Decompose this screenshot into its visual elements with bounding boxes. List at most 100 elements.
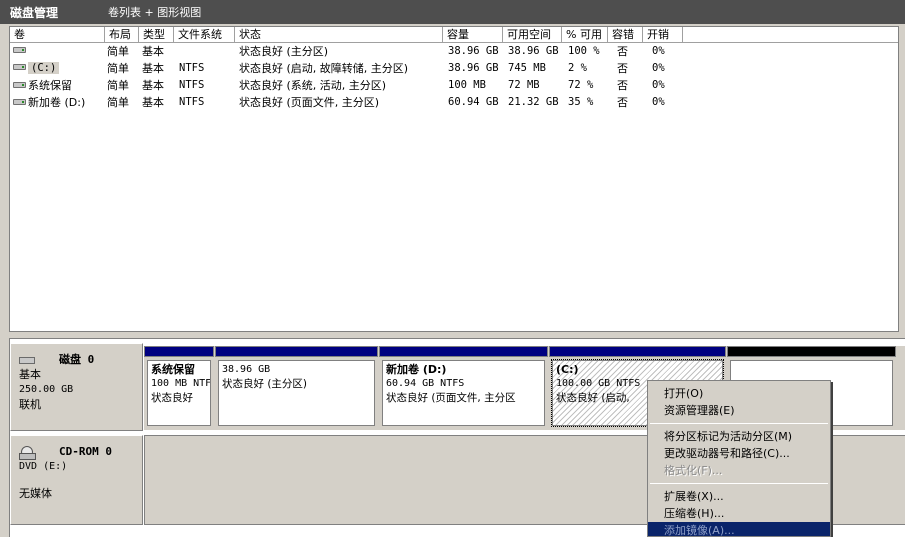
layout-cell: 简单 bbox=[107, 45, 129, 58]
percent-free-cell: 100 % bbox=[568, 45, 600, 57]
status-cell: 状态良好 (页面文件, 主分区) bbox=[239, 96, 380, 109]
capacity-cell: 38.96 GB bbox=[448, 62, 499, 74]
column-header-status[interactable]: 状态 bbox=[235, 27, 443, 43]
layout-cell: 简单 bbox=[107, 96, 129, 109]
cdrom-media: 无媒体 bbox=[19, 487, 52, 500]
fault-tolerance-cell: 否 bbox=[617, 62, 628, 75]
menu-item-extend-volume[interactable]: 扩展卷(X)... bbox=[648, 488, 830, 505]
disk-size: 250.00 GB bbox=[19, 384, 74, 395]
disk-0-info[interactable]: 磁盘 0 基本 250.00 GB 联机 bbox=[10, 343, 143, 431]
partition-size: 60.94 GB NTFS bbox=[386, 378, 465, 389]
type-cell: 基本 bbox=[142, 96, 164, 109]
partition-color-bar bbox=[549, 346, 726, 357]
filesystem-cell: NTFS bbox=[179, 96, 205, 108]
partition-color-bar bbox=[144, 346, 214, 357]
capacity-cell: 60.94 GB bbox=[448, 96, 499, 108]
volume-icon bbox=[13, 64, 26, 70]
partition-color-bar bbox=[727, 346, 896, 357]
volume-row[interactable]: 新加卷 (D:) 简单 基本 NTFS 状态良好 (页面文件, 主分区) 60.… bbox=[10, 94, 898, 111]
capacity-cell: 100 MB bbox=[448, 79, 486, 91]
overhead-cell: 0% bbox=[652, 45, 665, 57]
column-header-volume[interactable]: 卷 bbox=[10, 27, 105, 43]
view-mode-label: 卷列表 + 图形视图 bbox=[108, 6, 202, 19]
percent-free-cell: 72 % bbox=[568, 79, 594, 91]
partition-status: 状态良好 (主分区) bbox=[222, 378, 308, 390]
partition-new-volume-d[interactable]: 新加卷 (D:) 60.94 GB NTFS 状态良好 (页面文件, 主分区 bbox=[379, 346, 548, 430]
menu-item-format: 格式化(F)... bbox=[664, 464, 723, 477]
free-space-cell: 745 MB bbox=[508, 62, 546, 74]
overhead-cell: 0% bbox=[652, 79, 665, 91]
column-header-type[interactable]: 类型 bbox=[139, 27, 174, 43]
filesystem-cell: NTFS bbox=[179, 79, 205, 91]
column-header-capacity[interactable]: 容量 bbox=[443, 27, 503, 43]
volume-name: (C:) bbox=[28, 62, 60, 74]
partition-status: 状态良好 (页面文件, 主分区 bbox=[386, 392, 516, 404]
volume-name-cell bbox=[13, 43, 28, 60]
disk-type: 基本 bbox=[19, 368, 41, 381]
partition-body: 系统保留 100 MB NTFS 状态良好 bbox=[147, 360, 211, 426]
partition-name: 系统保留 bbox=[151, 363, 195, 376]
volume-icon bbox=[13, 47, 26, 53]
fault-tolerance-cell: 否 bbox=[617, 96, 628, 109]
volume-name: 系统保留 bbox=[28, 79, 72, 92]
free-space-cell: 72 MB bbox=[508, 79, 540, 91]
column-header-fault-tolerance[interactable]: 容错 bbox=[608, 27, 643, 43]
volume-row[interactable]: 简单 基本 状态良好 (主分区) 38.96 GB 38.96 GB 100 %… bbox=[10, 43, 898, 60]
volume-list-header: 卷 布局 类型 文件系统 状态 容量 可用空间 % 可用 容错 开销 bbox=[10, 27, 898, 43]
overhead-cell: 0% bbox=[652, 62, 665, 74]
percent-free-cell: 2 % bbox=[568, 62, 587, 74]
status-cell: 状态良好 (系统, 活动, 主分区) bbox=[239, 79, 387, 92]
hard-disk-icon bbox=[19, 356, 35, 364]
menu-item-explore[interactable]: 资源管理器(E) bbox=[648, 402, 830, 419]
column-header-percent-free[interactable]: % 可用 bbox=[562, 27, 608, 43]
cdrom-0-info[interactable]: CD-ROM 0 DVD (E:) 无媒体 bbox=[10, 435, 143, 525]
cd-drive-icon bbox=[19, 446, 36, 460]
status-cell: 状态良好 (主分区) bbox=[239, 45, 329, 58]
volume-name-cell: 系统保留 bbox=[13, 77, 72, 94]
volume-name-cell: (C:) bbox=[13, 60, 60, 77]
filesystem-cell: NTFS bbox=[179, 62, 205, 74]
volume-icon bbox=[13, 82, 26, 88]
context-menu: 打开(O) 资源管理器(E) 将分区标记为活动分区(M) 更改驱动器号和路径(C… bbox=[647, 380, 831, 537]
partition-body: 新加卷 (D:) 60.94 GB NTFS 状态良好 (页面文件, 主分区 bbox=[382, 360, 545, 426]
partition-status: 状态良好 bbox=[151, 392, 193, 404]
partition-system-reserved[interactable]: 系统保留 100 MB NTFS 状态良好 bbox=[144, 346, 214, 430]
column-header-filesystem[interactable]: 文件系统 bbox=[174, 27, 235, 43]
volume-list[interactable]: 卷 布局 类型 文件系统 状态 容量 可用空间 % 可用 容错 开销 简单 基本… bbox=[9, 26, 899, 332]
menu-item-add-mirror: 添加镜像(A)... bbox=[648, 522, 830, 536]
cdrom-name: CD-ROM 0 bbox=[59, 445, 112, 458]
partition-name: 新加卷 (D:) bbox=[386, 363, 447, 376]
partition-color-bar bbox=[215, 346, 378, 357]
column-header-layout[interactable]: 布局 bbox=[105, 27, 139, 43]
type-cell: 基本 bbox=[142, 62, 164, 75]
volume-name: 新加卷 (D:) bbox=[28, 96, 86, 109]
partition-body: 38.96 GB 状态良好 (主分区) bbox=[218, 360, 375, 426]
menu-item-open[interactable]: 打开(O) bbox=[648, 385, 830, 402]
menu-item-shrink-volume[interactable]: 压缩卷(H)... bbox=[648, 505, 830, 522]
partition-size: 100 MB NTFS bbox=[151, 378, 211, 389]
overhead-cell: 0% bbox=[652, 96, 665, 108]
free-space-cell: 38.96 GB bbox=[508, 45, 559, 57]
menu-item-change-drive-letter[interactable]: 更改驱动器号和路径(C)... bbox=[648, 445, 830, 462]
fault-tolerance-cell: 否 bbox=[617, 79, 628, 92]
layout-cell: 简单 bbox=[107, 79, 129, 92]
disk-state: 联机 bbox=[19, 398, 41, 411]
menu-separator bbox=[650, 423, 828, 424]
disk-name: 磁盘 0 bbox=[59, 353, 95, 366]
free-space-cell: 21.32 GB bbox=[508, 96, 559, 108]
menu-separator bbox=[650, 483, 828, 484]
capacity-cell: 38.96 GB bbox=[448, 45, 499, 57]
partition-size: 38.96 GB bbox=[222, 364, 271, 375]
percent-free-cell: 35 % bbox=[568, 96, 594, 108]
partition-unnamed[interactable]: 38.96 GB 状态良好 (主分区) bbox=[215, 346, 378, 430]
menu-item-mark-active[interactable]: 将分区标记为活动分区(M) bbox=[648, 428, 830, 445]
app-title: 磁盘管理 bbox=[10, 5, 59, 20]
column-header-free-space[interactable]: 可用空间 bbox=[503, 27, 562, 43]
volume-row[interactable]: (C:) 简单 基本 NTFS 状态良好 (启动, 故障转储, 主分区) 38.… bbox=[10, 60, 898, 77]
column-header-overhead[interactable]: 开销 bbox=[643, 27, 683, 43]
volume-row[interactable]: 系统保留 简单 基本 NTFS 状态良好 (系统, 活动, 主分区) 100 M… bbox=[10, 77, 898, 94]
partition-name: (C:) bbox=[556, 363, 579, 376]
volume-name-cell: 新加卷 (D:) bbox=[13, 94, 85, 111]
type-cell: 基本 bbox=[142, 79, 164, 92]
volume-icon bbox=[13, 99, 26, 105]
